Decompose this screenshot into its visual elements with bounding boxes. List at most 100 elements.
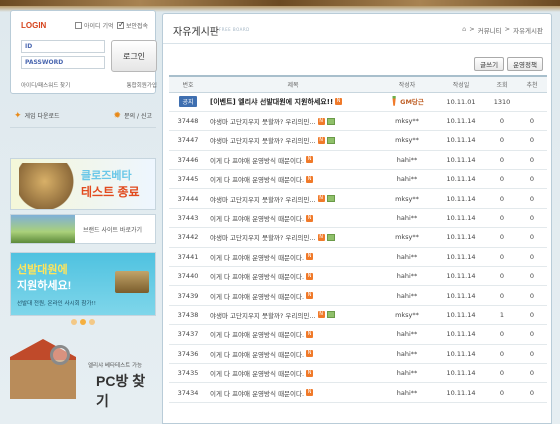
notice-row[interactable]: 공지 [이벤트] 엘리샤 선발대원에 지원하세요!! N GM당근 10.11.0…: [169, 92, 547, 112]
breadcrumb-community[interactable]: 커뮤니티: [478, 25, 502, 35]
post-author[interactable]: hahi**: [379, 247, 435, 268]
post-subject[interactable]: 이게 다 프야애 운영방식 때문이다.: [210, 213, 304, 223]
post-recommend: 0: [517, 363, 547, 384]
policy-button[interactable]: 운영정책: [507, 57, 543, 71]
post-views: 0: [487, 208, 517, 229]
post-table: 번호 제목 작성자 작성일 조회 추천 공지 [이벤트] 엘리샤 선발대원에 지…: [169, 75, 547, 403]
recruit-line2: 지원하세요!: [17, 280, 72, 292]
breadcrumb-freeboard[interactable]: 자유게시판: [513, 25, 543, 35]
col-recommend: 추천: [517, 75, 547, 93]
post-subject[interactable]: 이게 다 프야애 운영방식 때문이다.: [210, 388, 304, 398]
checkbox-icon[interactable]: [75, 22, 82, 29]
table-row[interactable]: 37443 이게 다 프야애 운영방식 때문이다. Nhahi** 10.11.14 0…: [169, 208, 547, 229]
post-subject[interactable]: 야생마 고단지우지 뭇할까? 우리의민...: [210, 194, 316, 204]
table-row[interactable]: 37437 이게 다 프야애 운영방식 때문이다. Nhahi** 10.11.14 0…: [169, 324, 547, 345]
table-row[interactable]: 37439 이게 다 프야애 운영방식 때문이다. Nhahi** 10.11.14 0…: [169, 285, 547, 306]
post-views: 1: [487, 305, 517, 326]
post-author[interactable]: hahi**: [379, 382, 435, 403]
support-link[interactable]: ✹ 문의 / 신고: [114, 111, 152, 121]
post-views: 0: [487, 344, 517, 364]
banner-line2: 테스트 종료: [81, 185, 140, 199]
id-field[interactable]: ID: [21, 40, 105, 53]
pager-dot[interactable]: [71, 319, 77, 325]
post-subject[interactable]: 야생마 고단지우지 뭇할까? 우리의민...: [210, 310, 316, 320]
post-author[interactable]: hahi**: [379, 363, 435, 384]
closed-beta-banner[interactable]: 클로즈베타 테스트 종료: [10, 158, 156, 210]
post-subject[interactable]: 야생마 고단지우지 뭇할까? 우리의민...: [210, 232, 316, 242]
post-author[interactable]: mksy**: [379, 227, 435, 248]
post-recommend: 0: [517, 382, 547, 403]
home-icon[interactable]: ⌂: [462, 25, 466, 35]
table-row[interactable]: 37440 이게 다 프야애 운영방식 때문이다. Nhahi** 10.11.14 0…: [169, 266, 547, 287]
post-number: 37445: [169, 169, 207, 190]
post-number: 37446: [169, 150, 207, 171]
password-label: PASSWORD: [25, 59, 64, 66]
pcbang-banner[interactable]: 엘리샤 베타테스트 가능 PC방 찾기: [10, 339, 156, 409]
find-account-link[interactable]: 아이디/패스워드 찾기: [21, 81, 70, 89]
save-id-checkbox[interactable]: 아이디 기억: [75, 21, 114, 30]
post-views: 0: [487, 188, 517, 209]
post-subject[interactable]: 이게 다 프야애 운영방식 때문이다.: [210, 155, 304, 165]
id-label: ID: [25, 43, 33, 50]
post-subject[interactable]: 야생마 고단지우지 뭇할까? 우리의민...: [210, 135, 316, 145]
post-author[interactable]: mksy**: [379, 188, 435, 209]
table-row[interactable]: 37448 야생마 고단지우지 뭇할까? 우리의민... Nmksy** 10.11.…: [169, 111, 547, 132]
pager-dot-active[interactable]: [80, 319, 86, 325]
post-subject[interactable]: 이게 다 프야애 운영방식 때문이다.: [210, 174, 304, 184]
login-button[interactable]: 로그인: [111, 40, 157, 72]
post-subject[interactable]: 이게 다 프야애 운영방식 때문이다.: [210, 291, 304, 301]
post-date: 10.11.14: [435, 363, 487, 384]
post-number: 37441: [169, 247, 207, 268]
post-recommend: 0: [517, 324, 547, 345]
post-author[interactable]: hahi**: [379, 285, 435, 306]
post-author[interactable]: mksy**: [379, 130, 435, 151]
post-number: 37436: [169, 344, 207, 364]
table-row[interactable]: 37446 이게 다 프야애 운영방식 때문이다. Nhahi** 10.11.14 0…: [169, 150, 547, 171]
post-recommend: 0: [517, 169, 547, 190]
notice-subject[interactable]: [이벤트] 엘리샤 선발대원에 지원하세요!!: [210, 97, 333, 107]
table-row[interactable]: 37434 이게 다 프야애 운영방식 때문이다. Nhahi** 10.11.14 0…: [169, 382, 547, 403]
post-author[interactable]: hahi**: [379, 208, 435, 229]
table-row[interactable]: 37435 이게 다 프야애 운영방식 때문이다. Nhahi** 10.11.14 0…: [169, 363, 547, 384]
post-recommend: 0: [517, 227, 547, 248]
new-post-icon: N: [317, 136, 325, 144]
post-subject[interactable]: 야생마 고단지우지 뭇할까? 우리의민...: [210, 116, 316, 126]
table-row[interactable]: 37436 이게 다 프야애 운영방식 때문이다. Nhahi** 10.11.14 0…: [169, 344, 547, 364]
table-row[interactable]: 37444 야생마 고단지우지 뭇할까? 우리의민... Nmksy** 10.11.…: [169, 188, 547, 209]
new-post-icon: N: [317, 117, 325, 125]
join-link[interactable]: 통합회원가입: [127, 81, 157, 89]
pager-dot[interactable]: [89, 319, 95, 325]
col-views: 조회: [487, 75, 517, 93]
table-row[interactable]: 37442 야생마 고단지우지 뭇할까? 우리의민... Nmksy** 10.11.…: [169, 227, 547, 248]
secure-login-checkbox[interactable]: 보안접속: [117, 20, 148, 30]
post-author[interactable]: mksy**: [379, 111, 435, 132]
recruit-banner[interactable]: 선발대원에 지원하세요! 선발대 전원, 온라인 사시회 참가!!: [10, 252, 156, 316]
table-row[interactable]: 37441 이게 다 프야애 운영방식 때문이다. Nhahi** 10.11.14 0…: [169, 247, 547, 268]
game-download-link[interactable]: ✦ 게임 다운로드: [14, 111, 60, 121]
post-views: 0: [487, 227, 517, 248]
checkbox-checked-icon[interactable]: [117, 20, 125, 29]
table-row[interactable]: 37438 야생마 고단지우지 뭇할까? 우리의민... Nmksy** 10.11.…: [169, 305, 547, 326]
post-author[interactable]: hahi**: [379, 150, 435, 171]
post-author[interactable]: hahi**: [379, 266, 435, 287]
post-subject[interactable]: 이게 다 프야애 운영방식 때문이다.: [210, 368, 304, 378]
post-subject[interactable]: 이게 다 프야애 운영방식 때문이다.: [210, 349, 304, 359]
password-field[interactable]: PASSWORD: [21, 56, 105, 69]
new-post-icon: N: [306, 350, 314, 358]
post-subject[interactable]: 이게 다 프야애 운영방식 때문이다.: [210, 329, 304, 339]
post-recommend: 0: [517, 266, 547, 287]
write-button[interactable]: 글쓰기: [474, 57, 505, 71]
new-post-icon: N: [317, 233, 325, 241]
post-author[interactable]: hahi**: [379, 344, 435, 364]
brand-site-banner[interactable]: 브랜드 사이트 바로가기: [10, 214, 156, 244]
post-author[interactable]: mksy**: [379, 305, 435, 326]
post-subject[interactable]: 이게 다 프야애 운영방식 때문이다.: [210, 252, 304, 262]
post-author[interactable]: hahi**: [379, 169, 435, 190]
quick-menu: ✦ 게임 다운로드 ✹ 문의 / 신고: [10, 104, 156, 128]
save-id-label: 아이디 기억: [84, 23, 114, 30]
post-number: 37438: [169, 305, 207, 326]
table-row[interactable]: 37445 이게 다 프야애 운영방식 때문이다. Nhahi** 10.11.14 0…: [169, 169, 547, 190]
post-subject[interactable]: 이게 다 프야애 운영방식 때문이다.: [210, 271, 304, 281]
post-author[interactable]: hahi**: [379, 324, 435, 345]
table-row[interactable]: 37447 야생마 고단지우지 뭇할까? 우리의민... Nmksy** 10.11.…: [169, 130, 547, 151]
